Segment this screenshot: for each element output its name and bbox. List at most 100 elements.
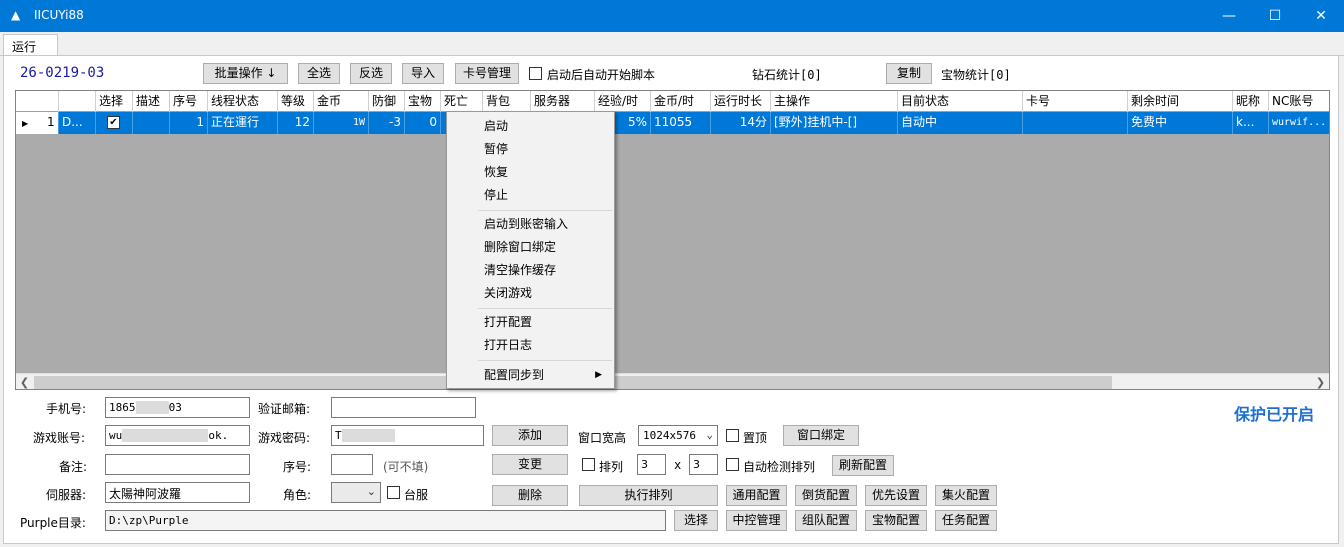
row-cell-nickname[interactable]: k...	[1233, 112, 1269, 134]
row-cell-gold-hour[interactable]: 11055	[651, 112, 711, 134]
bind-window-button[interactable]: 窗口绑定	[783, 425, 859, 446]
column-header[interactable]: 卡号	[1023, 91, 1128, 112]
row-cell-thread[interactable]: 正在運行	[208, 112, 278, 134]
sell-config-button[interactable]: 倒货配置	[795, 485, 857, 506]
column-header[interactable]: 金币/时	[651, 91, 711, 112]
row-cell-runtime[interactable]: 14分	[711, 112, 771, 134]
invert-select-button[interactable]: 反选	[350, 63, 392, 84]
note-input[interactable]	[105, 454, 250, 475]
table-row[interactable]: ▶ 1 D... ✔ 1 正在運行 12 1W -3 0 5% 11055 14分…	[16, 112, 1329, 134]
menu-item-pause[interactable]: 暂停	[449, 138, 612, 160]
task-config-button[interactable]: 任务配置	[935, 510, 997, 531]
protect-status: 保护已开启	[1234, 405, 1315, 424]
row-cell-card[interactable]	[1023, 112, 1128, 134]
row-cell-status[interactable]: 自动中	[898, 112, 1023, 134]
row-cell-defense[interactable]: -3	[369, 112, 405, 134]
seq-input[interactable]	[331, 454, 373, 475]
phone-input[interactable]: 18650000003	[105, 397, 250, 418]
priority-settings-button[interactable]: 优先设置	[865, 485, 927, 506]
account-input[interactable]: wu0000000000000ok.	[105, 425, 250, 446]
row-cell-desc[interactable]	[133, 112, 170, 134]
treasure-config-button[interactable]: 宝物配置	[865, 510, 927, 531]
row-header[interactable]: ▶ 1	[16, 112, 59, 134]
role-label: 角色:	[283, 488, 312, 502]
arrange-checkbox[interactable]	[582, 458, 595, 471]
auto-detect-checkbox[interactable]	[726, 458, 739, 471]
column-header[interactable]: 等级	[278, 91, 314, 112]
column-header[interactable]: 死亡	[441, 91, 483, 112]
central-mgmt-button[interactable]: 中控管理	[726, 510, 787, 531]
column-header[interactable]: 选择	[96, 91, 133, 112]
column-header[interactable]: 经验/时	[595, 91, 651, 112]
topmost-checkbox[interactable]	[726, 429, 739, 442]
gather-config-button[interactable]: 集火配置	[935, 485, 997, 506]
column-header[interactable]: 服务器	[531, 91, 595, 112]
close-icon[interactable]: ✕	[1298, 0, 1344, 32]
taiwan-checkbox[interactable]	[387, 486, 400, 499]
select-checkbox[interactable]: ✔	[107, 116, 120, 129]
column-header[interactable]: 防御	[369, 91, 405, 112]
add-button[interactable]: 添加	[492, 425, 568, 446]
column-header[interactable]: 昵称	[1233, 91, 1269, 112]
refresh-config-button[interactable]: 刷新配置	[832, 455, 894, 476]
email-input[interactable]	[331, 397, 476, 418]
row-cell-level[interactable]: 12	[278, 112, 314, 134]
row-cell-path[interactable]: D...	[59, 112, 96, 134]
menu-item-unbind-window[interactable]: 删除窗口绑定	[449, 236, 612, 258]
column-header[interactable]: NC账号	[1269, 91, 1329, 112]
column-header[interactable]: 运行时长	[711, 91, 771, 112]
column-header[interactable]: 线程状态	[208, 91, 278, 112]
row-cell-gold[interactable]: 1W	[314, 112, 369, 134]
menu-item-start-to-login[interactable]: 启动到账密输入	[449, 213, 612, 235]
row-cell-nc-account[interactable]: wurwif...	[1269, 112, 1329, 134]
menu-item-clear-cache[interactable]: 清空操作缓存	[449, 259, 612, 281]
column-header[interactable]: 背包	[483, 91, 531, 112]
row-cell-remaining[interactable]: 免费中	[1128, 112, 1233, 134]
column-header[interactable]: 描述	[133, 91, 170, 112]
password-input[interactable]: T00000000	[331, 425, 484, 446]
scroll-right-icon[interactable]: ❯	[1312, 374, 1329, 389]
menu-item-open-log[interactable]: 打开日志	[449, 334, 612, 356]
column-header[interactable]: 宝物	[405, 91, 441, 112]
batch-ops-button[interactable]: 批量操作 ↓	[203, 63, 288, 84]
column-header[interactable]: 金币	[314, 91, 369, 112]
treasure-stats: 宝物统计[0]	[941, 68, 1011, 82]
arrange-y-input[interactable]: 3	[689, 454, 718, 475]
row-cell-seq[interactable]: 1	[170, 112, 208, 134]
arrange-x-input[interactable]: 3	[637, 454, 666, 475]
column-header[interactable]: 序号	[170, 91, 208, 112]
menu-item-stop[interactable]: 停止	[449, 184, 612, 206]
exec-arrange-button[interactable]: 执行排列	[579, 485, 718, 506]
maximize-icon[interactable]: ☐	[1252, 0, 1298, 32]
menu-item-sync-config[interactable]: 配置同步到 ▶	[449, 364, 612, 386]
general-config-button[interactable]: 通用配置	[726, 485, 787, 506]
delete-button[interactable]: 删除	[492, 485, 568, 506]
scroll-left-icon[interactable]: ❮	[16, 374, 33, 389]
column-header[interactable]: 剩余时间	[1128, 91, 1233, 112]
row-cell-treasure[interactable]: 0	[405, 112, 441, 134]
copy-button[interactable]: 复制	[886, 63, 932, 84]
dir-input[interactable]: D:\zp\Purple	[105, 510, 666, 531]
menu-item-start[interactable]: 启动	[449, 115, 612, 137]
tab-run[interactable]: 运行	[3, 34, 58, 57]
row-cell-select[interactable]: ✔	[96, 112, 133, 134]
select-all-button[interactable]: 全选	[298, 63, 340, 84]
menu-item-open-config[interactable]: 打开配置	[449, 311, 612, 333]
card-mgmt-button[interactable]: 卡号管理	[455, 63, 519, 84]
menu-item-close-game[interactable]: 关闭游戏	[449, 282, 612, 304]
menu-item-resume[interactable]: 恢复	[449, 161, 612, 183]
minimize-icon[interactable]: —	[1206, 0, 1252, 32]
horizontal-scrollbar[interactable]: ❮ ❯	[16, 373, 1329, 389]
team-config-button[interactable]: 组队配置	[795, 510, 857, 531]
server-input[interactable]: 太陽神阿波羅	[105, 482, 250, 503]
autostart-checkbox[interactable]	[529, 67, 542, 80]
import-button[interactable]: 导入	[402, 63, 444, 84]
select-dir-button[interactable]: 选择	[674, 510, 718, 531]
row-cell-main-op[interactable]: [野外]挂机中-[]	[771, 112, 898, 134]
column-header[interactable]: 目前状态	[898, 91, 1023, 112]
role-select[interactable]: ⌄	[331, 482, 381, 503]
account-label: 游戏账号:	[33, 431, 86, 445]
column-header[interactable]: 主操作	[771, 91, 898, 112]
change-button[interactable]: 变更	[492, 454, 568, 475]
window-size-select[interactable]: 1024x576 ⌄	[638, 425, 718, 446]
